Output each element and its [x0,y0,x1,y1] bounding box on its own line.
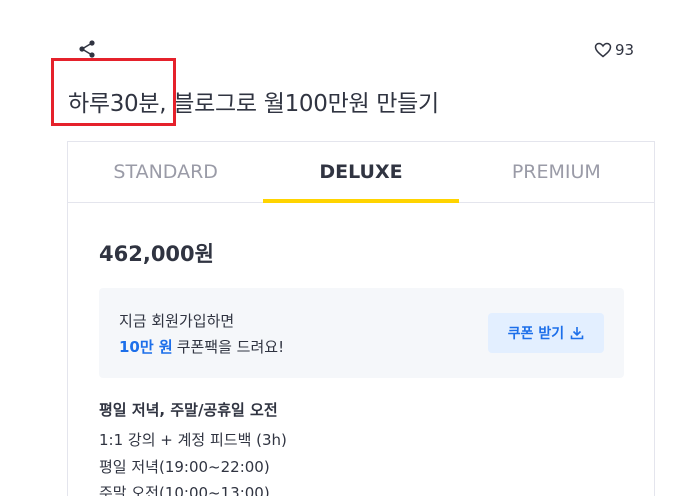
coupon-banner: 지금 회원가입하면 10만 원 쿠폰팩을 드려요! 쿠폰 받기 [99,288,624,378]
package-panel: STANDARD DELUXE PREMIUM 462,000원 지금 회원가입… [67,141,655,496]
heart-icon [594,42,612,58]
download-icon [570,327,584,340]
tab-deluxe[interactable]: DELUXE [263,142,459,203]
coupon-amount: 10만 원 [119,338,173,356]
coupon-offer-text: 쿠폰팩을 드려요! [176,338,285,356]
like-count: 93 [615,41,635,59]
package-price: 462,000원 [99,242,214,266]
schedule-line: 1:1 강의 + 계정 피드백 (3h) [99,431,287,449]
schedule-line: 평일 저녁(19:00~22:00) [99,458,270,476]
like-button[interactable]: 93 [594,39,634,61]
package-tabs: STANDARD DELUXE PREMIUM [68,142,654,203]
share-button[interactable] [76,38,98,60]
tab-premium[interactable]: PREMIUM [459,142,654,202]
coupon-text: 지금 회원가입하면 [119,312,235,330]
highlight-annotation-box [51,58,176,126]
schedule-title: 평일 저녁, 주말/공휴일 오전 [99,401,278,419]
tab-standard[interactable]: STANDARD [68,142,263,202]
share-icon [79,40,95,58]
get-coupon-button[interactable]: 쿠폰 받기 [488,313,604,353]
coupon-offer-line: 10만 원 쿠폰팩을 드려요! [119,336,284,357]
schedule-line: 주말 오전(10:00~13:00) [99,484,270,496]
get-coupon-label: 쿠폰 받기 [507,326,565,342]
